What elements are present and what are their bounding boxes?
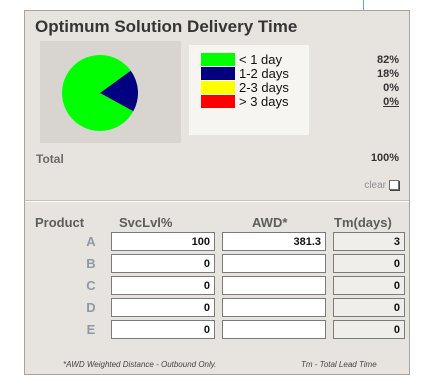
svclvl-input[interactable]: 100 (111, 232, 215, 251)
col-header-awd: AWD* (252, 215, 288, 230)
tm-output: 0 (333, 276, 405, 295)
total-value: 100% (370, 152, 399, 164)
percent-value: 82% (376, 54, 399, 66)
svclvl-input[interactable]: 0 (111, 254, 215, 273)
legend-swatch (201, 67, 235, 80)
row-label-c: C (86, 278, 96, 293)
pie-chart-area (40, 41, 181, 143)
legend: < 1 day 1-2 days 2-3 days > 3 days (189, 45, 309, 135)
col-header-svclvl: SvcLvl% (119, 215, 173, 230)
legend-label: 2-3 days (239, 80, 289, 95)
percent-value: 0% (383, 82, 399, 94)
awd-input[interactable] (222, 320, 326, 339)
tm-output: 0 (333, 254, 405, 273)
awd-input[interactable]: 381.3 (222, 232, 326, 251)
divider (25, 200, 409, 202)
svclvl-input[interactable]: 0 (111, 298, 215, 317)
clear-label: clear (364, 180, 386, 191)
col-header-product: Product (35, 215, 85, 230)
awd-input[interactable] (222, 276, 326, 295)
row-label-e: E (86, 322, 96, 337)
awd-input[interactable] (222, 254, 326, 273)
row-label-b: B (86, 256, 96, 271)
panel-title: Optimum Solution Delivery Time (35, 17, 298, 36)
percent-value: 18% (376, 68, 399, 80)
legend-label: > 3 days (239, 94, 289, 109)
clear-button[interactable] (389, 180, 399, 191)
tm-footnote: Tm - Total Lead Time (301, 360, 377, 369)
legend-swatch (201, 81, 235, 94)
delivery-time-panel: Optimum Solution Delivery Time < 1 day 1… (24, 10, 410, 375)
pie-chart (62, 55, 138, 132)
legend-swatch (201, 53, 235, 66)
legend-label: 1-2 days (239, 66, 289, 81)
col-header-tm: Tm(days) (334, 215, 392, 230)
clear-control[interactable]: clear (364, 180, 399, 191)
tm-output: 0 (333, 298, 405, 317)
percent-value: 0% (383, 96, 399, 108)
row-label-d: D (86, 300, 96, 315)
legend-label: < 1 day (239, 52, 283, 67)
svclvl-input[interactable]: 0 (111, 320, 215, 339)
tm-output: 0 (333, 320, 405, 339)
legend-swatch (201, 95, 235, 108)
row-label-a: A (86, 234, 96, 249)
tm-output: 3 (333, 232, 405, 251)
total-label: Total (36, 152, 64, 166)
awd-input[interactable] (222, 298, 326, 317)
awd-footnote: *AWD Weighted Distance - Outbound Only. (63, 360, 217, 369)
svclvl-input[interactable]: 0 (111, 276, 215, 295)
